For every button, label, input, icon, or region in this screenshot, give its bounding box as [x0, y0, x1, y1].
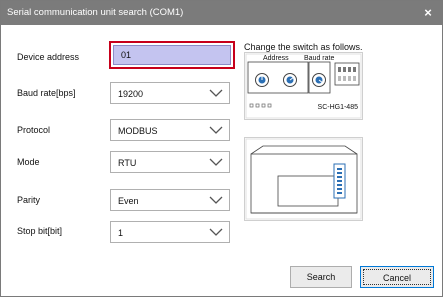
chevron-down-icon [209, 228, 223, 236]
baud-rate-label: Baud rate[bps] [17, 88, 76, 98]
rotary-switch-icon [312, 73, 326, 87]
protocol-value: MODBUS [118, 126, 158, 136]
chevron-down-icon [209, 196, 223, 204]
parity-select[interactable]: Even [110, 189, 230, 211]
mode-select[interactable]: RTU [110, 151, 230, 173]
mode-label: Mode [17, 157, 40, 167]
parity-value: Even [118, 196, 139, 206]
rotary-switch-icon [255, 73, 269, 87]
cancel-button[interactable]: Cancel [360, 266, 434, 288]
chevron-down-icon [209, 89, 223, 97]
unit-side-drawing [245, 138, 362, 220]
chevron-down-icon [209, 158, 223, 166]
baud-caption: Baud rate [304, 55, 335, 62]
search-dialog: Serial communication unit search (COM1) … [0, 0, 443, 297]
close-icon[interactable]: × [418, 3, 438, 23]
unit-side-diagram [244, 137, 363, 221]
model-caption: SC-HG1-485 [317, 104, 358, 111]
address-caption: Address [263, 55, 289, 62]
device-address-input[interactable] [113, 45, 231, 65]
switch-hint: Change the switch as follows. [244, 42, 363, 52]
mode-value: RTU [118, 158, 137, 168]
dialog-title: Serial communication unit search (COM1) [7, 7, 184, 18]
baud-rate-select[interactable]: 19200 [110, 82, 230, 104]
search-button[interactable]: Search [290, 266, 352, 288]
chevron-down-icon [209, 126, 223, 134]
cancel-button-label: Cancel [363, 269, 431, 285]
device-address-label: Device address [17, 52, 80, 62]
stop-bit-value: 1 [118, 228, 124, 238]
title-bar: Serial communication unit search (COM1) … [1, 1, 442, 25]
rotary-switch-icon [283, 73, 297, 87]
stop-bit-label: Stop bit[bit] [17, 226, 63, 236]
switch-diagram: Address Baud rate SC-HG1-485 [244, 52, 363, 120]
stop-bit-select[interactable]: 1 [110, 221, 230, 243]
protocol-label: Protocol [17, 125, 51, 135]
device-address-highlight [109, 41, 235, 69]
baud-rate-value: 19200 [118, 89, 144, 99]
parity-label: Parity [17, 195, 41, 205]
protocol-select[interactable]: MODBUS [110, 119, 230, 141]
